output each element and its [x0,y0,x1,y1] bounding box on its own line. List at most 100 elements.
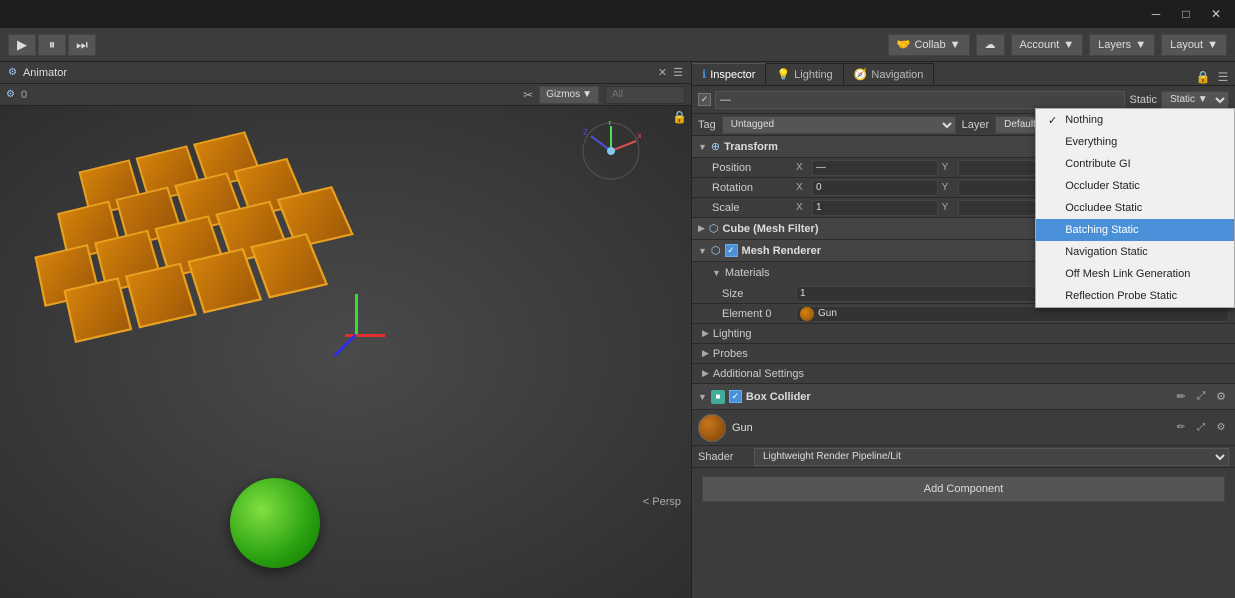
static-dropdown[interactable]: Static ▼ [1161,91,1229,109]
navigation-icon: 🧭 [854,68,868,81]
inspector-lock-icon[interactable]: 🔒 [1195,69,1211,85]
material-gear-icon[interactable]: ⚙ [1213,420,1229,436]
tab-navigation[interactable]: 🧭 Navigation [844,63,935,85]
lighting-row[interactable]: ▶ Lighting [692,324,1235,344]
scale-x-input[interactable]: 1 [812,200,938,216]
account-button[interactable]: Account ▼ [1011,34,1084,56]
green-sphere [230,478,320,568]
additional-settings-row[interactable]: ▶ Additional Settings [692,364,1235,384]
additional-settings-label: Additional Settings [713,368,804,380]
layers-arrow: ▼ [1135,39,1146,51]
scene-toolbar: ⚙ 0 ✂ Gizmos ▼ [0,84,691,106]
inspector-tab-bar: ℹ Inspector 💡 Lighting 🧭 Navigation 🔒 ☰ [692,62,1235,86]
scene-canvas: X Y Z < Persp 🔒 [0,106,691,598]
static-label: Static [1129,94,1157,106]
dropdown-item-navigation[interactable]: ✓ Navigation Static [1036,241,1234,263]
dropdown-item-nothing[interactable]: ✓ Nothing [1036,109,1234,131]
box-collider-expand-icon[interactable]: ⤢ [1193,389,1209,405]
mesh-renderer-checkbox[interactable]: ✓ [725,244,738,257]
tab-lighting[interactable]: 💡 Lighting [766,63,843,85]
close-button[interactable]: ✕ [1201,0,1231,28]
navigation-tab-label: Navigation [871,69,923,81]
rot-y-label: Y [942,182,954,193]
material-expand-icon[interactable]: ⤢ [1193,420,1209,436]
lighting-row-arrow: ▶ [702,328,709,339]
gizmos-button[interactable]: Gizmos ▼ [539,86,599,104]
tab-controls: 🔒 ☰ [1195,69,1235,85]
inspector-menu-icon[interactable]: ☰ [1215,69,1231,85]
scene-counter: 0 [21,89,27,101]
occluder-label: Occluder Static [1065,180,1140,192]
occludee-label: Occludee Static [1065,202,1142,214]
layout-button[interactable]: Layout ▼ [1161,34,1227,56]
scene-lock-icon[interactable]: 🔒 [672,110,687,124]
layers-button[interactable]: Layers ▼ [1089,34,1155,56]
rot-x-label: X [796,182,808,193]
scene-menu-icon[interactable]: ☰ [673,66,683,79]
box-collider-gear-icon[interactable]: ⚙ [1213,389,1229,405]
scene-view[interactable]: X Y Z < Persp 🔒 [0,106,691,598]
transform-arrow-icon: ▼ [698,142,707,152]
collab-button[interactable]: 🤝 Collab ▼ [888,34,970,56]
svg-text:Z: Z [583,128,588,137]
dropdown-item-contribute-gi[interactable]: ✓ Contribute GI [1036,153,1234,175]
pause-button[interactable]: ⏸ [38,34,66,56]
title-bar: ─ □ ✕ [0,0,1235,28]
tab-inspector[interactable]: ℹ Inspector [692,63,766,85]
object-name-input[interactable] [715,91,1125,109]
mesh-renderer-icon: ⬡ [711,244,721,257]
nothing-label: Nothing [1065,114,1103,126]
lighting-tab-label: Lighting [794,69,833,81]
persp-label: < Persp [643,496,681,508]
probes-row-arrow: ▶ [702,348,709,359]
counter-icon: ⚙ [6,89,15,100]
pos-x-input[interactable]: — [812,160,938,176]
account-label: Account [1020,39,1060,51]
step-button[interactable]: ⏭ [68,34,96,56]
gun-material-preview [698,414,726,442]
svg-text:Y: Y [607,121,613,127]
pos-y-label: Y [942,162,954,173]
mesh-renderer-label: Mesh Renderer [742,245,821,257]
cloud-button[interactable]: ☁ [976,34,1005,56]
dropdown-item-everything[interactable]: ✓ Everything [1036,131,1234,153]
shader-row: Shader Lightweight Render Pipeline/Lit [692,446,1235,468]
dropdown-item-occluder[interactable]: ✓ Occluder Static [1036,175,1234,197]
box-collider-icon: ■ [711,390,725,404]
object-active-checkbox[interactable]: ✓ [698,93,711,106]
materials-arrow-icon: ▼ [712,268,721,278]
everything-label: Everything [1065,136,1117,148]
shader-dropdown[interactable]: Lightweight Render Pipeline/Lit [754,448,1229,466]
box-collider-checkbox[interactable]: ✓ [729,390,742,403]
tag-label: Tag [698,119,716,131]
material-edit-icon[interactable]: ✏ [1173,420,1189,436]
inspector-tab-label: Inspector [710,69,755,81]
minimize-button[interactable]: ─ [1141,0,1171,28]
navigation-label: Navigation Static [1065,246,1148,258]
layer-label: Layer [962,119,990,131]
rot-x-input[interactable]: 0 [812,180,938,196]
size-label: Size [722,288,792,300]
dropdown-item-reflection[interactable]: ✓ Reflection Probe Static [1036,285,1234,307]
animator-icon: ⚙ [8,67,17,78]
collab-label: Collab [914,39,945,51]
dropdown-item-off-mesh[interactable]: ✓ Off Mesh Link Generation [1036,263,1234,285]
element0-material-name: Gun [818,308,837,319]
box-collider-header[interactable]: ▼ ■ ✓ Box Collider ✏ ⤢ ⚙ [692,384,1235,410]
tag-dropdown[interactable]: Untagged [722,116,956,134]
dropdown-item-batching[interactable]: ✓ Batching Static [1036,219,1234,241]
materials-label: Materials [725,267,770,279]
scene-search-input[interactable] [605,86,685,104]
play-button[interactable]: ▶ [8,34,36,56]
box-collider-edit-icon[interactable]: ✏ [1173,389,1189,405]
probes-row[interactable]: ▶ Probes [692,344,1235,364]
maximize-button[interactable]: □ [1171,0,1201,28]
scene-close-icon[interactable]: ✕ [658,66,667,79]
add-component-button[interactable]: Add Component [702,476,1225,502]
animator-bar: ⚙ Animator ✕ ☰ [0,62,691,84]
lighting-icon: 💡 [776,68,790,81]
playback-controls: ▶ ⏸ ⏭ [8,34,96,56]
gun-material-name: Gun [732,422,753,434]
dropdown-item-occludee[interactable]: ✓ Occludee Static [1036,197,1234,219]
scene-tools-icon[interactable]: ✂ [523,88,533,102]
